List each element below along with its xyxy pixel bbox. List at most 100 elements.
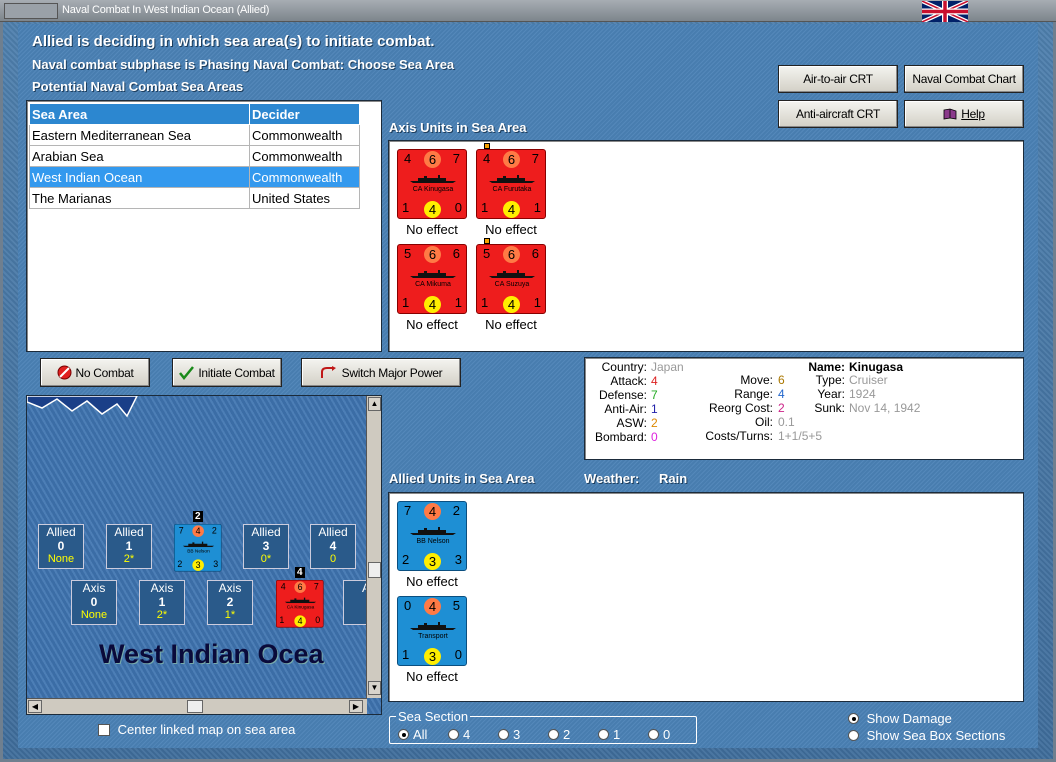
sea-section-option-5[interactable]: 0 <box>648 727 670 742</box>
show-sea-box-radio[interactable]: Show Sea Box Sections <box>848 728 1005 743</box>
sea-section-option-label: 3 <box>513 727 521 742</box>
allied-sea-box[interactable]: Allied 1 2* <box>106 524 152 569</box>
scroll-right-arrow-icon[interactable]: ▶ <box>349 700 363 713</box>
unit-defense-circle: 4 <box>424 296 441 313</box>
sea-map[interactable]: Allied 0 None Allied 1 2* Allied 3 0* Allied 4 0 Axi… <box>26 395 382 715</box>
initiate-combat-button[interactable]: Initiate Combat <box>172 358 282 387</box>
radio-selected-icon[interactable] <box>848 713 859 724</box>
unit-defense-circle: 4 <box>424 201 441 218</box>
table-row[interactable]: Eastern Mediterranean Sea Commonwealth <box>29 124 360 146</box>
sea-box-number: 1 <box>125 539 133 553</box>
checkmark-icon <box>179 365 195 380</box>
scroll-down-arrow-icon[interactable]: ▼ <box>368 681 381 695</box>
defense-label: Defense: <box>598 388 647 402</box>
sea-section-option-1[interactable]: 4 <box>448 727 470 742</box>
unit-status: No effect <box>406 574 458 589</box>
unit-counter[interactable]: 0 5 1 0 4 3 Transport <box>397 596 467 666</box>
unit-stat-br: 1 <box>533 200 541 215</box>
unit-counter[interactable]: 7 2 2 3 4 3 BB Nelson <box>397 501 467 571</box>
unit-stat-tl: 4 <box>280 581 286 592</box>
no-entry-icon <box>57 365 71 380</box>
radio-icon[interactable] <box>548 729 559 740</box>
decider-cell: Commonwealth <box>249 166 360 188</box>
show-damage-label: Show Damage <box>866 711 952 726</box>
sea-section-option-4[interactable]: 1 <box>598 727 620 742</box>
anti-aircraft-crt-button[interactable]: Anti-aircraft CRT <box>778 100 898 128</box>
unit-counter[interactable]: 4 7 1 0 6 4 CA Kinugasa <box>276 580 324 628</box>
unit-name: CA Furutaka <box>492 186 532 193</box>
type-value: Cruiser <box>849 373 888 387</box>
unit-stat-tl: 5 <box>404 246 412 261</box>
scroll-up-arrow-icon[interactable]: ▲ <box>368 397 381 411</box>
sea-section-option-3[interactable]: 2 <box>548 727 570 742</box>
map-vertical-scrollbar[interactable]: ▲ ▼ <box>366 396 381 698</box>
scroll-left-arrow-icon[interactable]: ◀ <box>28 700 42 713</box>
center-linked-checkbox[interactable]: Center linked map on sea area <box>98 722 295 737</box>
unit-attack-circle: 4 <box>424 503 441 520</box>
axis-sea-box[interactable]: Axis 2 1* <box>207 580 253 625</box>
uk-flag-icon <box>922 1 968 22</box>
sea-box-title: Axis <box>218 581 242 595</box>
unit-name: CA Kinugasa <box>412 186 454 193</box>
window-menu-button[interactable] <box>4 3 58 19</box>
sea-box-number: 0 <box>57 539 65 553</box>
unit-counter[interactable]: 5 6 1 1 6 4 CA Mikuma <box>397 244 467 314</box>
unit-attack-circle: 4 <box>424 598 441 615</box>
sea-area-cell: Eastern Mediterranean Sea <box>29 124 250 146</box>
naval-combat-chart-button[interactable]: Naval Combat Chart <box>904 65 1024 93</box>
sunk-value: Nov 14, 1942 <box>849 401 921 415</box>
radio-icon[interactable] <box>648 729 659 740</box>
radio-icon[interactable] <box>398 729 409 740</box>
radio-icon[interactable] <box>848 730 859 741</box>
sea-box-title: Allied <box>46 525 76 539</box>
allied-sea-box[interactable]: Allied 4 0 <box>310 524 356 569</box>
allied-sea-box[interactable]: Allied 3 0* <box>243 524 289 569</box>
switch-major-power-button[interactable]: Switch Major Power <box>301 358 461 387</box>
unit-name: CA Kinugasa <box>286 605 315 610</box>
radio-icon[interactable] <box>448 729 459 740</box>
unit-stat-tr: 7 <box>313 581 319 592</box>
year-label: Year: <box>817 387 845 401</box>
stack-count-badge: 4 <box>295 567 305 578</box>
unit-counter[interactable]: 5 6 1 1 6 4 CA Suzuya <box>476 244 546 314</box>
table-row[interactable]: The Marianas United States <box>29 187 360 209</box>
horizontal-scroll-thumb[interactable] <box>187 700 203 713</box>
unit-counter[interactable]: 4 7 1 1 6 4 CA Furutaka <box>476 149 546 219</box>
air-to-air-crt-button[interactable]: Air-to-air CRT <box>778 65 898 93</box>
unit-marker-icon <box>484 238 490 244</box>
table-row-selected[interactable]: West Indian Ocean Commonwealth <box>29 166 360 188</box>
no-combat-button[interactable]: No Combat <box>40 358 150 387</box>
axis-sea-box[interactable]: Axis 1 2* <box>139 580 185 625</box>
title-bar: Naval Combat In West Indian Ocean (Allie… <box>0 0 1056 22</box>
axis-units-title: Axis Units in Sea Area <box>389 120 527 135</box>
allied-sea-box[interactable]: Allied 0 None <box>38 524 84 569</box>
warship-silhouette-icon <box>182 541 215 548</box>
unit-counter[interactable]: 7 2 2 3 4 3 BB Nelson <box>174 524 222 572</box>
sea-section-title: Sea Section <box>396 709 471 724</box>
map-horizontal-scrollbar[interactable]: ◀ ▶ <box>27 698 367 714</box>
unit-counter[interactable]: 4 7 1 0 6 4 CA Kinugasa <box>397 149 467 219</box>
show-damage-radio[interactable]: Show Damage <box>848 711 952 726</box>
vertical-scroll-thumb[interactable] <box>368 562 381 578</box>
unit-stat-bl: 1 <box>481 295 489 310</box>
sea-section-option-0[interactable]: All <box>398 727 427 742</box>
unit-defense-circle: 4 <box>294 615 306 627</box>
asw-value: 2 <box>651 416 658 430</box>
sea-section-option-label: 4 <box>463 727 471 742</box>
unit-defense-circle: 4 <box>503 296 520 313</box>
sea-section-option-2[interactable]: 3 <box>498 727 520 742</box>
warship-silhouette-icon <box>489 270 535 278</box>
radio-icon[interactable] <box>598 729 609 740</box>
defense-value: 7 <box>651 388 658 402</box>
radio-icon[interactable] <box>498 729 509 740</box>
help-button[interactable]: Help <box>904 100 1024 128</box>
unit-attack-circle: 6 <box>503 246 520 263</box>
unit-stat-br: 1 <box>533 295 541 310</box>
checkbox-icon[interactable] <box>98 724 110 736</box>
switch-arrow-icon <box>320 365 336 378</box>
table-row[interactable]: Arabian Sea Commonwealth <box>29 145 360 167</box>
unit-status: No effect <box>406 669 458 684</box>
axis-sea-box[interactable]: Axis 0 None <box>71 580 117 625</box>
oil-label: Oil: <box>755 415 773 429</box>
unit-status: No effect <box>406 222 458 237</box>
